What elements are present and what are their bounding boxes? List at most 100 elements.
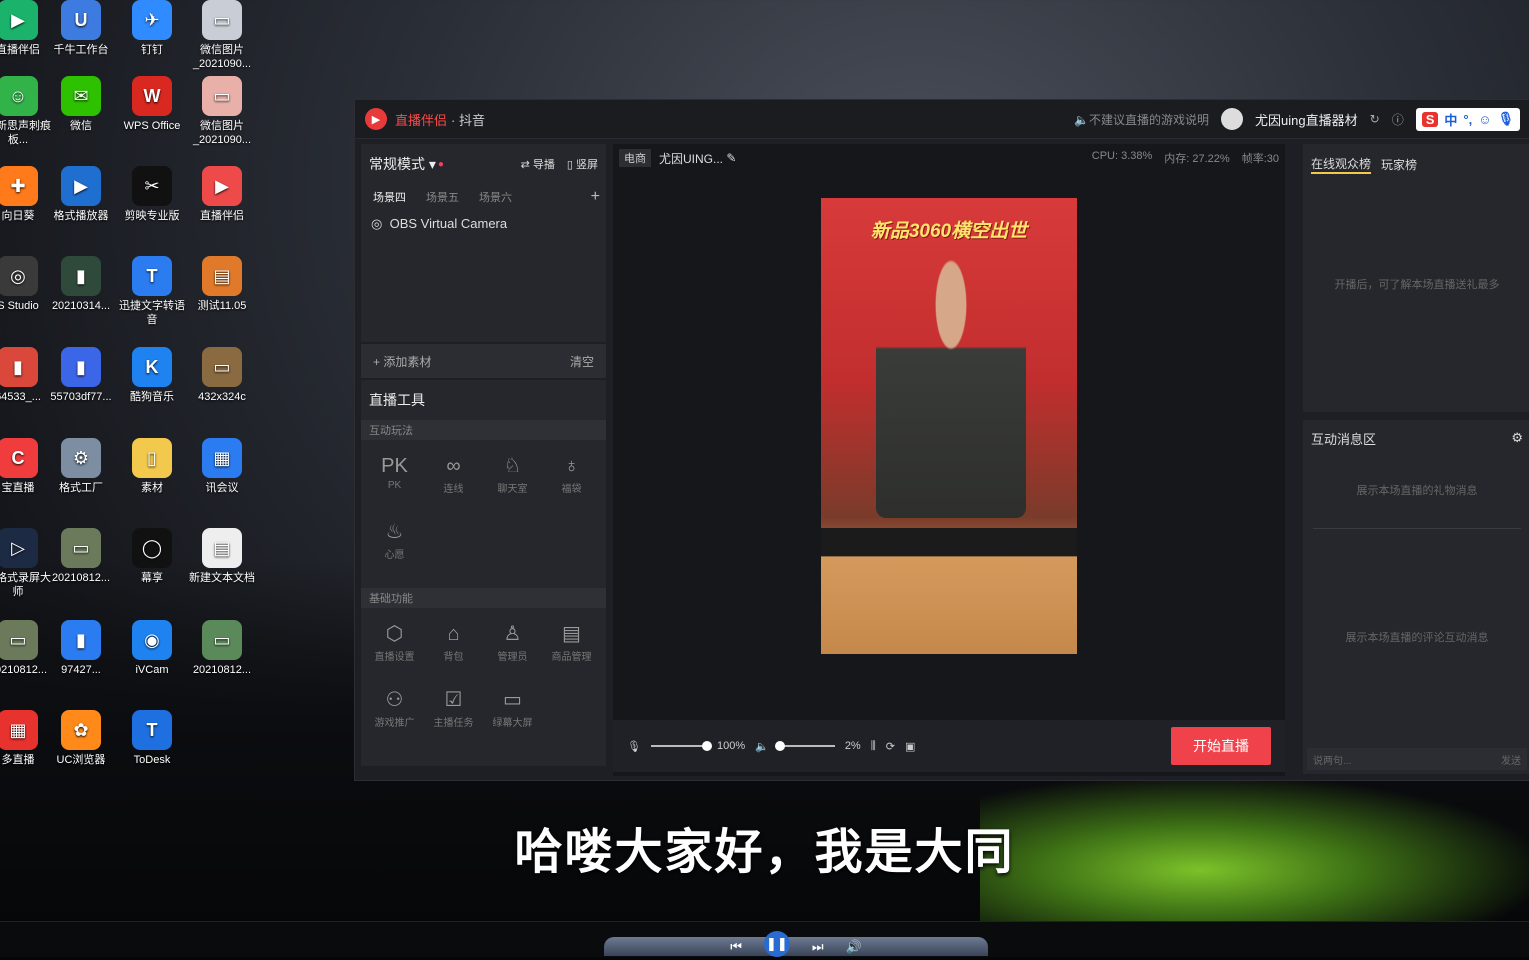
camera-preview[interactable]: 新品3060横空出世 xyxy=(821,198,1077,654)
tool-basic-4[interactable]: ⚇ 游戏推广 xyxy=(365,682,424,748)
divider-handle[interactable] xyxy=(1313,528,1521,529)
section-basic: 基础功能 xyxy=(361,588,606,608)
desktop-icon[interactable]: ✂ 剪映专业版 xyxy=(116,166,188,223)
app-icon: ◯ xyxy=(132,528,172,568)
rotate-screen-icon[interactable]: ⟳ xyxy=(886,740,895,753)
tab-scene-6[interactable]: 场景六 xyxy=(473,189,518,205)
settings-icon[interactable]: ⚙ xyxy=(1511,430,1523,446)
tab-scene-5[interactable]: 场景五 xyxy=(420,189,465,205)
portrait-button[interactable]: ▯ 竖屏 xyxy=(567,156,598,172)
tool-label: PK xyxy=(387,480,402,491)
mic-icon[interactable]: 🎙 xyxy=(627,740,641,753)
desktop-icon[interactable]: ▭ 微信图片_2021090... xyxy=(186,76,258,147)
speaker-volume-slider[interactable] xyxy=(774,741,835,751)
app-icon: ▭ xyxy=(202,76,242,116)
app-icon: ▦ xyxy=(202,438,242,478)
add-material-button[interactable]: + 添加素材 xyxy=(373,353,431,370)
desktop-icon[interactable]: ▮ 20210314... xyxy=(45,256,117,313)
desktop-icon[interactable]: ▮ 97427... xyxy=(45,620,117,677)
tool-basic-2[interactable]: ♙ 管理员 xyxy=(483,616,542,682)
desktop-icon-label: 格式工厂 xyxy=(59,482,103,494)
desktop-icon[interactable]: ✈ 钉钉 xyxy=(116,0,188,57)
help-icon[interactable]: ⓘ xyxy=(1392,111,1404,128)
desktop-icon[interactable]: ◉ iVCam xyxy=(116,620,188,677)
desktop-icon-label: 新建文本文档 xyxy=(189,572,255,584)
add-scene-icon[interactable]: + xyxy=(591,188,600,206)
refresh-icon[interactable]: ↻ xyxy=(1370,112,1380,126)
desktop-icon[interactable]: W WPS Office xyxy=(116,76,188,133)
tool-basic-6[interactable]: ▭ 绿幕大屏 xyxy=(483,682,542,748)
username[interactable]: 尤因uing直播器材 xyxy=(1255,110,1358,129)
category-tag[interactable]: 电商 xyxy=(619,149,651,167)
desktop-icon[interactable]: ▦ 讯会议 xyxy=(186,438,258,495)
desktop-icon[interactable]: T 迅捷文字转语音 xyxy=(116,256,188,327)
app-name: 直播伴侣 xyxy=(395,112,448,128)
desktop-icon[interactable]: ▭ 20210812... xyxy=(186,620,258,677)
desktop-icon[interactable]: K 酷狗音乐 xyxy=(116,347,188,404)
desktop-icon[interactable]: ◯ 幕享 xyxy=(116,528,188,585)
mic-volume-slider[interactable] xyxy=(650,741,712,751)
cpu-stat: CPU: 3.38% xyxy=(1091,150,1153,162)
desktop-icon[interactable]: ▶ 格式播放器 xyxy=(45,166,117,223)
desktop-icon-label: 酷狗音乐 xyxy=(130,391,174,403)
mode-dropdown[interactable]: 常规模式 ▾ xyxy=(369,154,436,174)
comment-input[interactable]: 说两句... 发送 xyxy=(1307,748,1527,770)
desktop-icon[interactable]: ⚙ 格式工厂 xyxy=(45,438,117,495)
ime-toolbar[interactable]: S 中 °, ☺ 🎙 xyxy=(1415,107,1520,131)
desktop-icon[interactable]: ▤ 测试11.05 xyxy=(186,256,258,313)
camera-icon[interactable]: ▣ xyxy=(905,740,915,753)
tool-interactive-3[interactable]: ♁ 福袋 xyxy=(542,448,601,514)
live-tools: 直播工具 互动玩法 PK PK ∞ 连线 ♘ 聊天室 ♁ 福袋 ♨ 心愿 基础功能 ⬡ 直播设置 ⌂ 背… xyxy=(361,380,606,766)
tool-interactive-4[interactable]: ♨ 心愿 xyxy=(365,514,424,580)
desktop-icon[interactable]: ▭ 20210812... xyxy=(45,528,117,585)
volume-icon[interactable]: 🔊 xyxy=(846,939,862,955)
desktop-icon[interactable]: U 千牛工作台 xyxy=(45,0,117,57)
left-panel: 常规模式 ▾ ● ⇄ 导播 ▯ 竖屏 场景四 场景五 场景六 + ◎ OBS V… xyxy=(361,144,606,772)
tool-basic-0[interactable]: ⬡ 直播设置 xyxy=(365,616,424,682)
tab-players[interactable]: 玩家榜 xyxy=(1381,156,1417,173)
start-live-button[interactable]: 开始直播 xyxy=(1171,727,1271,765)
tool-basic-1[interactable]: ⌂ 背包 xyxy=(424,616,483,682)
tool-basic-5[interactable]: ☑ 主播任务 xyxy=(424,682,483,748)
desktop-icon[interactable]: ✿ UC浏览器 xyxy=(45,710,117,767)
edit-icon[interactable]: ✎ xyxy=(723,151,736,165)
desktop-icon[interactable]: ▮ 55703df77... xyxy=(45,347,117,404)
eye-icon[interactable]: ◎ xyxy=(371,216,382,231)
forward-icon[interactable]: ⏭ xyxy=(812,939,824,955)
avatar[interactable] xyxy=(1221,108,1244,130)
desktop-icon-label: WPS Office xyxy=(123,120,181,132)
tab-online-audience[interactable]: 在线观众榜 xyxy=(1311,155,1372,174)
room-title[interactable]: 尤因UING... xyxy=(659,150,723,167)
app-icon: ▭ xyxy=(202,0,242,40)
desktop-icon[interactable]: ▭ 微信图片_2021090... xyxy=(186,0,258,71)
desktop-icon-label: 素材 xyxy=(141,482,163,494)
clear-button[interactable]: 清空 xyxy=(570,353,594,370)
speaker-icon[interactable]: 🔈 xyxy=(755,740,769,753)
tool-interactive-1[interactable]: ∞ 连线 xyxy=(424,448,483,514)
presenter-image xyxy=(876,258,1026,518)
desktop-icon[interactable]: ▤ 新建文本文档 xyxy=(186,528,258,585)
desktop-icon[interactable]: T ToDesk xyxy=(116,710,188,767)
app-icon: ✉ xyxy=(61,76,101,116)
tool-basic-3[interactable]: ▤ 商品管理 xyxy=(542,616,601,682)
tool-interactive-2[interactable]: ♘ 聊天室 xyxy=(483,448,542,514)
tab-scene-4[interactable]: 场景四 xyxy=(367,189,412,205)
game-notice-link[interactable]: 🔈不建议直播的游戏说明 xyxy=(1074,111,1209,128)
tool-label: 福袋 xyxy=(561,484,582,495)
guide-button[interactable]: ⇄ 导播 xyxy=(521,156,555,172)
pause-button[interactable]: ❚❚ xyxy=(763,930,790,957)
desktop-icon[interactable]: ✉ 微信 xyxy=(45,76,117,133)
tool-label: 背包 xyxy=(443,652,464,663)
desktop-icon-label: 20210314... xyxy=(51,300,111,312)
send-button[interactable]: 发送 xyxy=(1501,752,1521,767)
tool-icon: ♙ xyxy=(503,623,522,645)
rewind-icon[interactable]: ⏮ xyxy=(730,939,742,955)
mixer-icon[interactable]: ⫼ xyxy=(871,740,876,753)
desktop-icon[interactable]: ▯ 素材 xyxy=(116,438,188,495)
desktop-icon[interactable]: ▶ 直播伴侣 xyxy=(186,166,258,223)
list-item[interactable]: ◎ OBS Virtual Camera xyxy=(371,216,596,232)
app-icon: ▯ xyxy=(132,438,172,478)
tool-interactive-0[interactable]: PK PK xyxy=(365,448,424,514)
scene-tabs: 场景四 场景五 场景六 + xyxy=(361,184,606,210)
desktop-icon[interactable]: ▭ 432x324c xyxy=(186,347,258,404)
